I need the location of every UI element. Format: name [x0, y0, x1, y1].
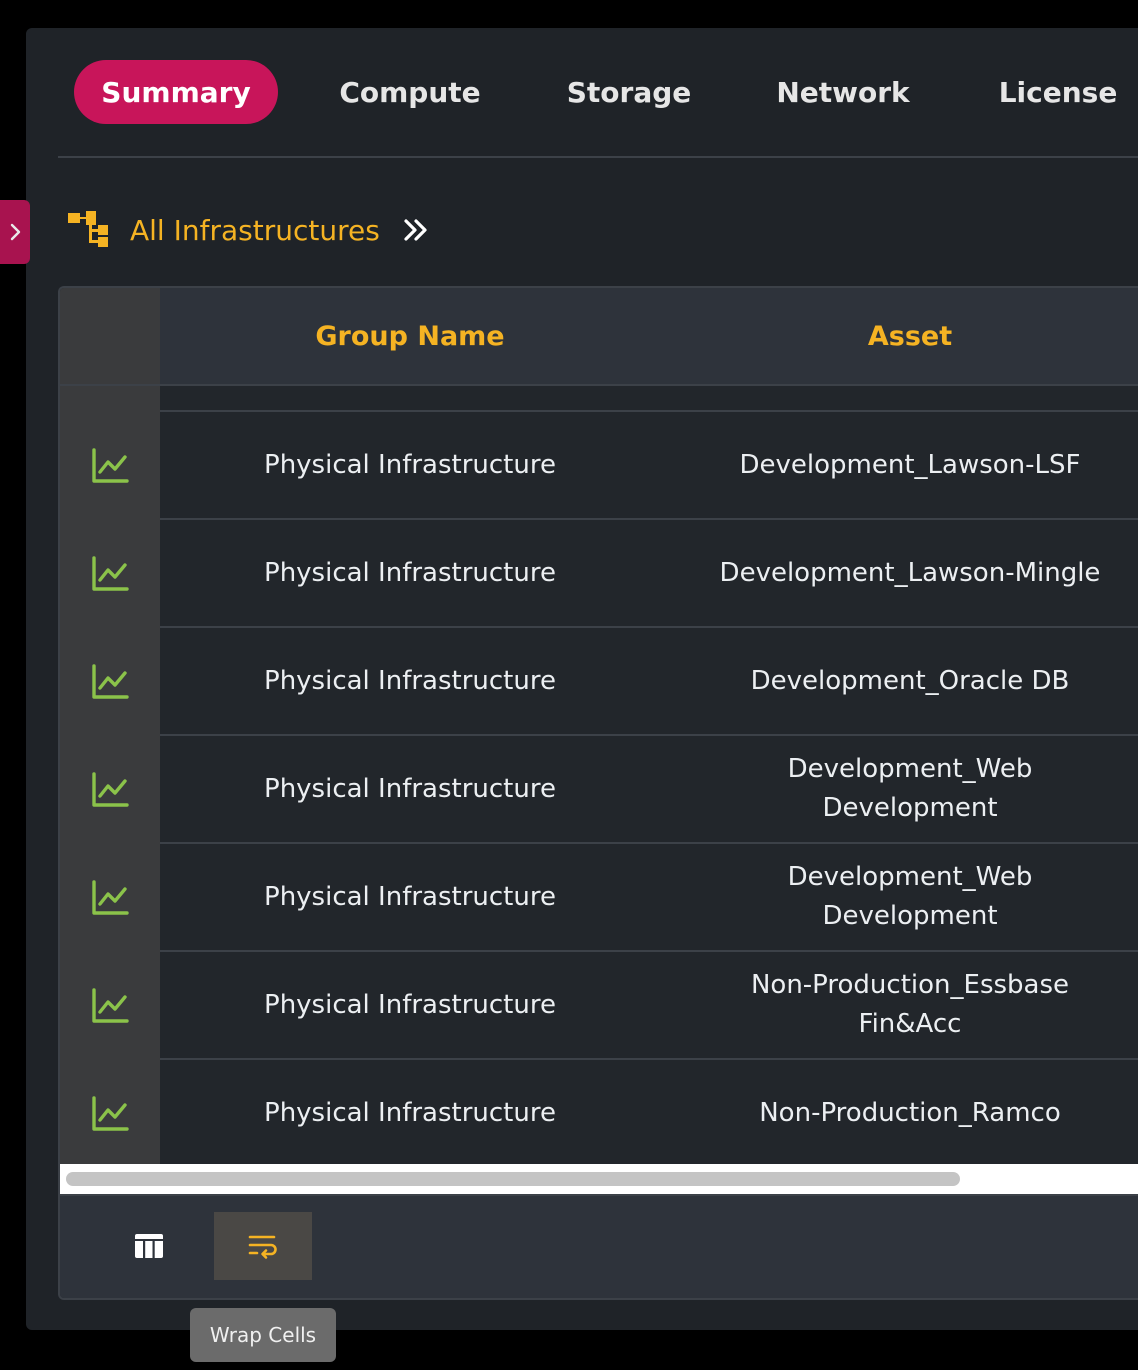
header-icon-column: [60, 288, 160, 384]
cell-group-name: Physical Infrastructure: [264, 665, 556, 696]
cell-asset: Development_Lawson-Mingle: [719, 557, 1101, 588]
table-row[interactable]: Physical Infrastructure Non-Production_R…: [60, 1060, 1138, 1168]
cell-group-name: Physical Infrastructure: [264, 557, 556, 588]
cell-asset: Development_Web Development: [787, 862, 1033, 931]
column-header-asset[interactable]: Asset: [660, 288, 1138, 384]
grid-toolbar: [60, 1196, 1138, 1298]
tab-summary[interactable]: Summary: [74, 60, 278, 124]
chevron-right-icon: [10, 223, 21, 241]
cell-asset: Development_Lawson-LSF: [739, 449, 1081, 480]
tab-divider: [58, 156, 1138, 158]
data-grid: Group Name Asset Physical Infrastructure…: [58, 286, 1138, 1300]
tree-structure-icon: [68, 211, 108, 247]
table-row[interactable]: Physical Infrastructure Development_Laws…: [60, 520, 1138, 628]
table-columns-button[interactable]: [100, 1212, 198, 1280]
table-row[interactable]: Physical Infrastructure Development_Web …: [60, 844, 1138, 952]
grid-header: Group Name Asset: [60, 288, 1138, 386]
tab-bar: Summary Compute Storage Network License: [26, 28, 1138, 158]
wrap-cells-tooltip: Wrap Cells: [190, 1308, 336, 1362]
cell-group-name: Physical Infrastructure: [264, 773, 556, 804]
cell-group-name: Physical Infrastructure: [264, 989, 556, 1020]
partial-row: [60, 386, 1138, 412]
cell-asset: Non-Production_Ramco: [759, 1097, 1061, 1128]
trend-chart-icon[interactable]: [91, 448, 129, 484]
tab-network[interactable]: Network: [762, 60, 924, 124]
horizontal-scrollbar[interactable]: [60, 1164, 1138, 1196]
cell-group-name: Physical Infrastructure: [264, 1097, 556, 1128]
cell-asset: Development_Oracle DB: [750, 665, 1070, 696]
scrollbar-thumb[interactable]: [66, 1172, 960, 1186]
double-chevron-right-icon[interactable]: [402, 216, 430, 244]
wrap-cells-button[interactable]: [214, 1212, 312, 1280]
breadcrumb-all-infrastructures[interactable]: All Infrastructures: [130, 214, 380, 247]
table-row[interactable]: Physical Infrastructure Development_Web …: [60, 736, 1138, 844]
cell-group-name: Physical Infrastructure: [264, 449, 556, 480]
table-row[interactable]: Physical Infrastructure Development_Laws…: [60, 412, 1138, 520]
main-panel: Summary Compute Storage Network License …: [26, 28, 1138, 1330]
wrap-text-icon: [248, 1235, 277, 1259]
trend-chart-icon[interactable]: [91, 1096, 129, 1132]
tab-compute[interactable]: Compute: [326, 60, 494, 124]
cell-group-name: Physical Infrastructure: [264, 881, 556, 912]
tab-license[interactable]: License: [984, 60, 1132, 124]
grid-body: Physical Infrastructure Development_Laws…: [60, 386, 1138, 1168]
cell-asset: Development_Web Development: [787, 754, 1033, 823]
trend-chart-icon[interactable]: [91, 664, 129, 700]
trend-chart-icon[interactable]: [91, 772, 129, 808]
column-header-group-name[interactable]: Group Name: [160, 288, 660, 384]
trend-chart-icon[interactable]: [91, 988, 129, 1024]
trend-chart-icon[interactable]: [91, 556, 129, 592]
table-row[interactable]: Physical Infrastructure Non-Production_E…: [60, 952, 1138, 1060]
cell-asset: Non-Production_Essbase Fin&Acc: [750, 970, 1070, 1039]
tab-storage[interactable]: Storage: [552, 60, 706, 124]
trend-chart-icon[interactable]: [91, 880, 129, 916]
breadcrumb: All Infrastructures: [68, 208, 430, 252]
table-columns-icon: [135, 1234, 163, 1258]
table-row[interactable]: Physical Infrastructure Development_Orac…: [60, 628, 1138, 736]
sidebar-expand-button[interactable]: [0, 200, 30, 264]
